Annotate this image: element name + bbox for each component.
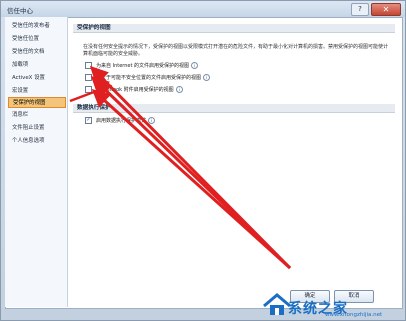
annotation-arrows (69, 65, 292, 270)
watermark-url: www.xitongzhijia.net (325, 312, 383, 318)
arrow-to-option-3 (91, 88, 292, 270)
